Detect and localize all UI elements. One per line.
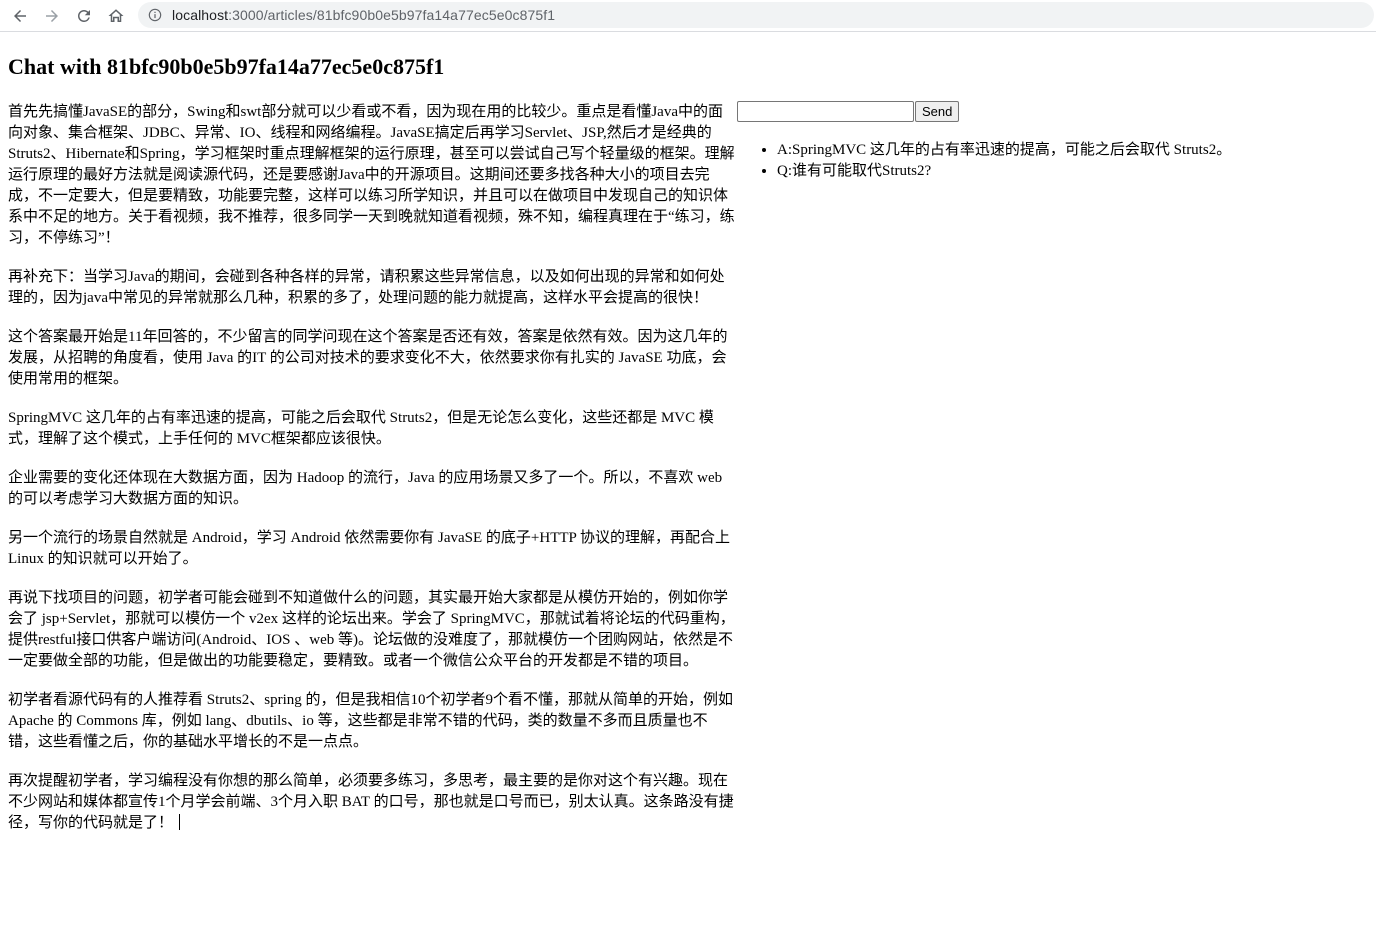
chat-input[interactable] [737,101,914,122]
home-icon [108,9,124,22]
article-paragraph: 这个答案最开始是11年回答的，不少留言的同学问现在这个答案是否还有效，答案是依然… [8,329,728,387]
article-paragraph-text: 再次提醒初学者，学习编程没有你想的那么简单，必须要多练习，多思考，最主要的是你对… [8,773,734,831]
chat-form: Send [737,101,1367,122]
arrow-left-icon [14,10,26,22]
url-text: localhost:3000/articles/81bfc90b0e5b97fa… [172,7,555,23]
browser-toolbar: localhost:3000/articles/81bfc90b0e5b97fa… [0,0,1376,32]
url-path: :3000/articles/81bfc90b0e5b97fa14a77ec5e… [228,7,556,23]
article-last-paragraph: 再次提醒初学者，学习编程没有你想的那么简单，必须要多练习，多思考，最主要的是你对… [8,771,736,834]
article-paragraph: 企业需要的变化还体现在大数据方面，因为 Hadoop 的流行，Java 的应用场… [8,470,723,507]
article-paragraph: 初学者看源代码有的人推荐看 Struts2、spring 的，但是我相信10个初… [8,692,734,750]
chat-message: Q:谁有可能取代Struts2? [777,161,1367,182]
address-bar[interactable]: localhost:3000/articles/81bfc90b0e5b97fa… [138,2,1374,28]
article-body: 首先先搞懂JavaSE的部分，Swing和swt部分就可以少看或不看，因为现在用… [8,102,736,852]
home-button[interactable] [104,4,128,28]
article-paragraph: SpringMVC 这几年的占有率迅速的提高，可能之后会取代 Struts2，但… [8,410,714,447]
back-button[interactable] [8,4,32,28]
url-host: localhost [172,7,229,23]
send-button[interactable]: Send [915,101,960,122]
reload-button[interactable] [72,4,96,28]
arrow-right-icon [46,10,58,22]
info-icon[interactable] [148,8,162,22]
text-caret [179,814,181,830]
forward-button[interactable] [40,4,64,28]
article-paragraph: 首先先搞懂JavaSE的部分，Swing和swt部分就可以少看或不看，因为现在用… [8,104,735,246]
article-paragraph: 再说下找项目的问题，初学者可能会碰到不知道做什么的问题，其实最开始大家都是从模仿… [8,590,735,669]
article-paragraph: 另一个流行的场景自然就是 Android，学习 Android 依然需要你有 J… [8,530,731,567]
article-paragraph: 再补充下：当学习Java的期间，会碰到各种各样的异常，请积累这些异常信息，以及如… [8,269,725,306]
reload-icon [78,9,90,22]
page-content: Chat with 81bfc90b0e5b97fa14a77ec5e0c875… [0,33,1376,928]
page-title: Chat with 81bfc90b0e5b97fa14a77ec5e0c875… [8,54,445,79]
chat-message: A:SpringMVC 这几年的占有率迅速的提高，可能之后会取代 Struts2… [777,140,1367,161]
chat-message-list: A:SpringMVC 这几年的占有率迅速的提高，可能之后会取代 Struts2… [737,140,1367,182]
chat-panel: Send A:SpringMVC 这几年的占有率迅速的提高，可能之后会取代 St… [737,101,1367,182]
